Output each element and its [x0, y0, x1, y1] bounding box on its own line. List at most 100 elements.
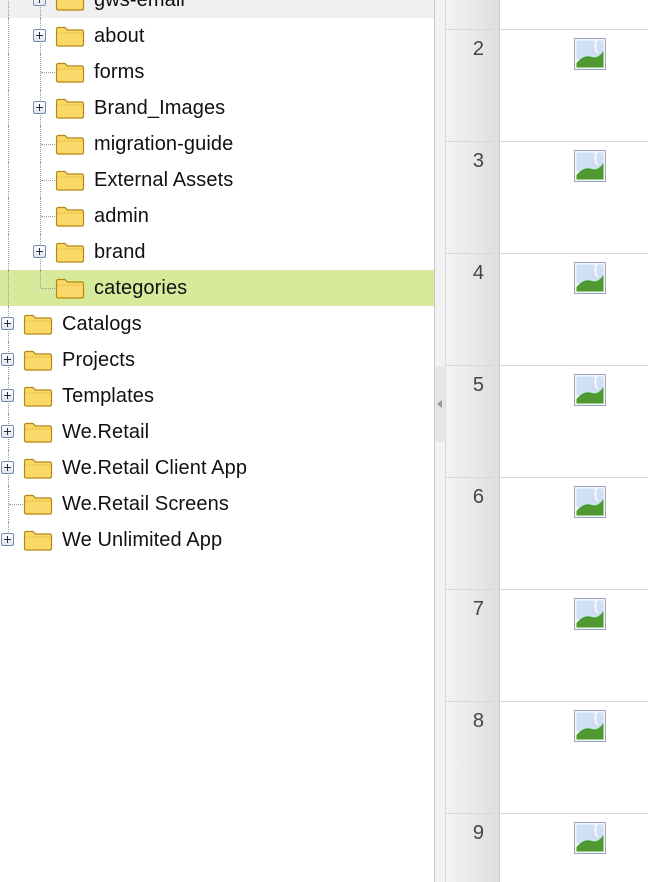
- thumbnail-cell[interactable]: [500, 142, 648, 253]
- grid-row[interactable]: 6: [446, 478, 648, 590]
- thumbnail-cell[interactable]: [500, 30, 648, 141]
- expand-icon[interactable]: [1, 317, 14, 330]
- tree-item-label: about: [94, 25, 145, 47]
- thumbnail-cell[interactable]: [500, 366, 648, 477]
- broken-image-icon: [574, 486, 606, 518]
- folder-icon: [55, 0, 85, 11]
- tree-item-label: forms: [94, 61, 145, 83]
- folder-icon: [55, 62, 85, 83]
- tree-item-label: brand: [94, 241, 146, 263]
- tree-item-forms[interactable]: forms: [0, 54, 434, 90]
- expand-icon[interactable]: [33, 29, 46, 42]
- row-number: 8: [472, 710, 484, 732]
- broken-image-icon: [574, 598, 606, 630]
- tree-item-label: We.Retail: [62, 421, 150, 443]
- folder-icon: [55, 278, 85, 299]
- tree-item-we-unlimited-app[interactable]: We Unlimited App: [0, 522, 434, 558]
- folder-icon: [23, 314, 53, 335]
- tree-item-catalogs[interactable]: Catalogs: [0, 306, 434, 342]
- thumbnail-cell[interactable]: [500, 254, 648, 365]
- folder-icon: [23, 458, 53, 479]
- tree-item-we-retail[interactable]: We.Retail: [0, 414, 434, 450]
- folder-icon: [55, 206, 85, 227]
- tree-item-label: We.Retail Screens: [62, 493, 229, 515]
- row-number-cell: 4: [446, 254, 500, 365]
- folder-icon: [55, 170, 85, 191]
- folder-icon: [55, 26, 85, 47]
- thumbnail-cell[interactable]: [500, 0, 648, 29]
- grid-row[interactable]: [446, 0, 648, 30]
- broken-image-icon: [574, 262, 606, 294]
- expand-icon[interactable]: [33, 101, 46, 114]
- tree-item-admin[interactable]: admin: [0, 198, 434, 234]
- row-number: 3: [472, 150, 484, 172]
- folder-icon: [55, 98, 85, 119]
- folder-icon: [23, 350, 53, 371]
- tree-item-brand-images[interactable]: Brand_Images: [0, 90, 434, 126]
- tree-item-label: Brand_Images: [94, 97, 226, 119]
- row-number-cell: 2: [446, 30, 500, 141]
- tree-item-label: admin: [94, 205, 149, 227]
- tree-item-label: External Assets: [94, 169, 234, 191]
- tree-item-migration-guide[interactable]: migration-guide: [0, 126, 434, 162]
- broken-image-icon: [574, 38, 606, 70]
- tree-item-label: gws-email: [94, 0, 185, 11]
- row-number: 2: [472, 38, 484, 60]
- broken-image-icon: [574, 374, 606, 406]
- expand-icon[interactable]: [1, 425, 14, 438]
- collapse-left-icon[interactable]: [435, 366, 445, 442]
- row-number: 5: [472, 374, 484, 396]
- row-number-cell: 9: [446, 814, 500, 882]
- tree-item-gws-email[interactable]: gws-email: [0, 0, 434, 18]
- asset-grid: 2 3 4 5 6 7 8 9: [446, 0, 648, 882]
- tree-item-we-retail-screens[interactable]: We.Retail Screens: [0, 486, 434, 522]
- folder-icon: [55, 242, 85, 263]
- broken-image-icon: [574, 150, 606, 182]
- tree-item-label: We Unlimited App: [62, 529, 223, 551]
- tree-item-external-assets[interactable]: External Assets: [0, 162, 434, 198]
- thumbnail-cell[interactable]: [500, 478, 648, 589]
- row-number: 6: [472, 486, 484, 508]
- folder-icon: [23, 386, 53, 407]
- asset-browser: gws-email about forms Brand_Images migra…: [0, 0, 648, 882]
- row-number: 7: [472, 598, 484, 620]
- grid-row[interactable]: 3: [446, 142, 648, 254]
- thumbnail-cell[interactable]: [500, 814, 648, 882]
- tree-item-templates[interactable]: Templates: [0, 378, 434, 414]
- row-number-cell: 7: [446, 590, 500, 701]
- tree-item-label: Templates: [62, 385, 155, 407]
- folder-icon: [23, 422, 53, 443]
- row-number-cell: 8: [446, 702, 500, 813]
- folder-icon: [55, 134, 85, 155]
- expand-icon[interactable]: [1, 533, 14, 546]
- expand-icon[interactable]: [1, 461, 14, 474]
- tree-item-categories[interactable]: categories: [0, 270, 434, 306]
- broken-image-icon: [574, 710, 606, 742]
- thumbnail-cell[interactable]: [500, 590, 648, 701]
- broken-image-icon: [574, 822, 606, 854]
- tree-item-we-retail-client-app[interactable]: We.Retail Client App: [0, 450, 434, 486]
- row-number: 9: [472, 822, 484, 844]
- grid-row[interactable]: 5: [446, 366, 648, 478]
- grid-row[interactable]: 2: [446, 30, 648, 142]
- expand-icon[interactable]: [33, 245, 46, 258]
- tree-item-brand[interactable]: brand: [0, 234, 434, 270]
- expand-icon[interactable]: [1, 389, 14, 402]
- tree-item-projects[interactable]: Projects: [0, 342, 434, 378]
- grid-row[interactable]: 4: [446, 254, 648, 366]
- row-number-cell: 3: [446, 142, 500, 253]
- tree-item-label: Projects: [62, 349, 136, 371]
- row-number: 4: [472, 262, 484, 284]
- grid-row[interactable]: 8: [446, 702, 648, 814]
- expand-icon[interactable]: [33, 0, 46, 6]
- row-number-cell: 6: [446, 478, 500, 589]
- expand-icon[interactable]: [1, 353, 14, 366]
- folder-tree: gws-email about forms Brand_Images migra…: [0, 0, 434, 882]
- grid-row[interactable]: 7: [446, 590, 648, 702]
- grid-row[interactable]: 9: [446, 814, 648, 882]
- tree-item-label: migration-guide: [94, 133, 234, 155]
- folder-icon: [23, 530, 53, 551]
- folder-icon: [23, 494, 53, 515]
- thumbnail-cell[interactable]: [500, 702, 648, 813]
- tree-item-about[interactable]: about: [0, 18, 434, 54]
